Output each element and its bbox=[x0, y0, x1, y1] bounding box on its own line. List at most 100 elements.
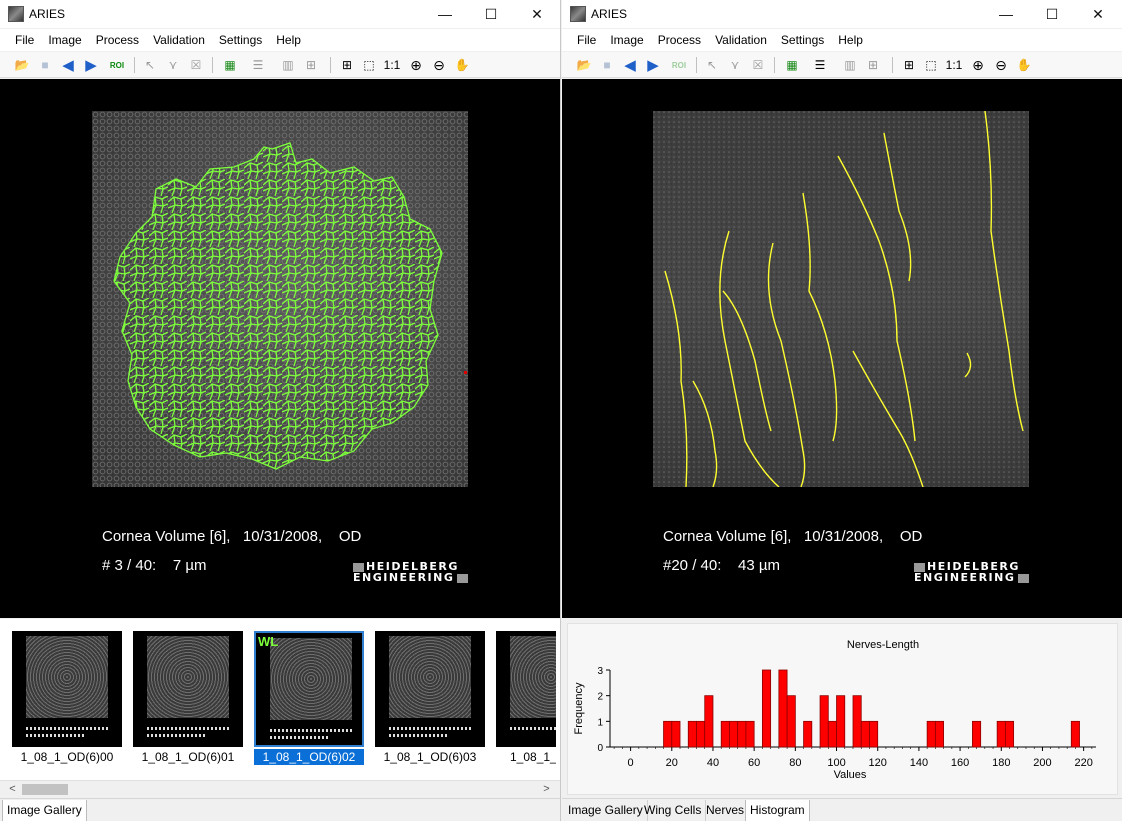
zoom-selection-icon[interactable]: ⬚ bbox=[921, 55, 941, 75]
menu-help[interactable]: Help bbox=[269, 29, 308, 51]
minimize-button[interactable]: — bbox=[996, 4, 1016, 24]
tab-image-gallery[interactable]: Image Gallery bbox=[2, 800, 87, 821]
x-tick-label: 160 bbox=[951, 757, 969, 769]
image-caption: Cornea Volume [6], 10/31/2008, OD bbox=[102, 528, 362, 545]
delete-icon[interactable]: ☒ bbox=[186, 55, 206, 75]
list-icon[interactable]: ☰ bbox=[810, 55, 830, 75]
gallery-thumbnail[interactable]: 1_08_1_OD(6)03 bbox=[375, 631, 491, 771]
histogram-bar bbox=[729, 720, 739, 748]
export-icon[interactable]: ⊞ bbox=[863, 55, 883, 75]
roi-button[interactable]: ROI bbox=[666, 55, 692, 75]
menu-settings[interactable]: Settings bbox=[774, 29, 831, 51]
gallery-thumbnail[interactable]: 1_08_1_OD(6)01 bbox=[133, 631, 249, 771]
gallery-thumbnail[interactable]: 1_08_1_ bbox=[496, 631, 556, 771]
maximize-button[interactable]: ☐ bbox=[1042, 4, 1062, 24]
menu-process[interactable]: Process bbox=[651, 29, 708, 51]
tab-histogram[interactable]: Histogram bbox=[745, 800, 810, 821]
list-icon[interactable]: ☰ bbox=[248, 55, 268, 75]
histogram-icon[interactable]: ▥ bbox=[278, 55, 298, 75]
gallery-thumbnail[interactable]: 1_08_1_OD(6)00 bbox=[12, 631, 128, 771]
x-tick-label: 40 bbox=[707, 757, 719, 769]
export-icon[interactable]: ⊞ bbox=[301, 55, 321, 75]
histogram-bar bbox=[671, 720, 681, 748]
menu-validation[interactable]: Validation bbox=[708, 29, 774, 51]
arrow-right-icon[interactable]: ▶ bbox=[81, 55, 101, 75]
save-icon[interactable]: ■ bbox=[597, 55, 617, 75]
maximize-button[interactable]: ☐ bbox=[481, 4, 501, 24]
x-tick-label: 140 bbox=[910, 757, 928, 769]
histogram-bar bbox=[1070, 720, 1080, 748]
histogram-bar bbox=[737, 720, 747, 748]
menu-process[interactable]: Process bbox=[89, 29, 146, 51]
menu-image[interactable]: Image bbox=[603, 29, 650, 51]
trace-icon[interactable]: ⋎ bbox=[725, 55, 745, 75]
zoom-out-icon[interactable]: ⊖ bbox=[429, 55, 449, 75]
scroll-right-arrow[interactable]: > bbox=[538, 781, 555, 798]
tab-image-gallery[interactable]: Image Gallery bbox=[564, 800, 648, 821]
gallery-horizontal-scrollbar[interactable]: < > bbox=[0, 780, 560, 798]
zoom-selection-icon[interactable]: ⬚ bbox=[359, 55, 379, 75]
histogram-bar bbox=[926, 720, 936, 748]
pointer-icon[interactable]: ↖ bbox=[702, 55, 722, 75]
window-title: ARIES bbox=[29, 7, 66, 21]
histogram-bar bbox=[803, 720, 813, 748]
menu-image[interactable]: Image bbox=[41, 29, 88, 51]
menu-file[interactable]: File bbox=[570, 29, 603, 51]
arrow-right-icon[interactable]: ▶ bbox=[643, 55, 663, 75]
menu-validation[interactable]: Validation bbox=[146, 29, 212, 51]
toolbar: 📂 ■ ◀ ▶ ROI ↖ ⋎ ☒ ▦ ☰ ▥ ⊞ ⊞ ⬚ 1:1 ⊕ ⊖ ✋ bbox=[562, 52, 1122, 78]
delete-icon[interactable]: ☒ bbox=[748, 55, 768, 75]
scroll-left-arrow[interactable]: < bbox=[4, 781, 21, 798]
zoom-in-icon[interactable]: ⊕ bbox=[406, 55, 426, 75]
close-button[interactable]: ✕ bbox=[1088, 4, 1108, 24]
zoom-1to1-button[interactable]: 1:1 bbox=[382, 55, 402, 75]
slice-depth-label: #20 / 40: 43 µm bbox=[663, 557, 781, 574]
process-icon[interactable]: ▦ bbox=[782, 55, 802, 75]
fit-to-window-icon[interactable]: ⊞ bbox=[337, 55, 357, 75]
image-viewer[interactable]: Cornea Volume [6], 10/31/2008, OD # 3 / … bbox=[0, 79, 560, 618]
fit-to-window-icon[interactable]: ⊞ bbox=[899, 55, 919, 75]
open-folder-icon[interactable]: 📂 bbox=[574, 55, 594, 75]
zoom-1to1-button[interactable]: 1:1 bbox=[944, 55, 964, 75]
y-tick-label: 2 bbox=[597, 692, 603, 703]
histogram-bar bbox=[761, 669, 772, 748]
endothelium-image[interactable] bbox=[92, 111, 468, 487]
process-icon[interactable]: ▦ bbox=[220, 55, 240, 75]
roi-button[interactable]: ROI bbox=[104, 55, 130, 75]
pan-hand-icon[interactable]: ✋ bbox=[452, 55, 472, 75]
zoom-out-icon[interactable]: ⊖ bbox=[991, 55, 1011, 75]
x-tick-label: 220 bbox=[1074, 757, 1092, 769]
heidelberg-engineering-logo: HEIDELBERG ENGINEERING bbox=[914, 561, 1029, 588]
pan-hand-icon[interactable]: ✋ bbox=[1014, 55, 1034, 75]
pointer-icon[interactable]: ↖ bbox=[140, 55, 160, 75]
close-button[interactable]: ✕ bbox=[527, 4, 547, 24]
histogram-icon[interactable]: ▥ bbox=[840, 55, 860, 75]
zoom-in-icon[interactable]: ⊕ bbox=[968, 55, 988, 75]
image-gallery-panel: 1_08_1_OD(6)00 1_08_1_OD(6)01 WL 1_08_1_… bbox=[0, 619, 560, 797]
y-tick-label: 3 bbox=[597, 666, 603, 677]
x-tick-label: 180 bbox=[992, 757, 1010, 769]
tab-nerves[interactable]: Nerves bbox=[702, 800, 750, 821]
heidelberg-engineering-logo: HEIDELBERG ENGINEERING bbox=[353, 561, 468, 588]
x-tick-label: 120 bbox=[869, 757, 887, 769]
tab-wing-cells[interactable]: Wing Cells bbox=[640, 800, 707, 821]
arrow-left-icon[interactable]: ◀ bbox=[58, 55, 78, 75]
image-viewer[interactable]: Cornea Volume [6], 10/31/2008, OD #20 / … bbox=[562, 79, 1122, 618]
minimize-button[interactable]: — bbox=[435, 4, 455, 24]
save-icon[interactable]: ■ bbox=[35, 55, 55, 75]
menu-help[interactable]: Help bbox=[831, 29, 870, 51]
menu-file[interactable]: File bbox=[8, 29, 41, 51]
menu-settings[interactable]: Settings bbox=[212, 29, 269, 51]
histogram-bar bbox=[786, 695, 796, 748]
scrollbar-thumb[interactable] bbox=[22, 784, 68, 795]
open-folder-icon[interactable]: 📂 bbox=[12, 55, 32, 75]
thumbnail-label: 1_08_1_OD(6)00 bbox=[20, 750, 114, 764]
histogram-bar bbox=[996, 720, 1006, 748]
gallery-thumbnail-selected[interactable]: WL 1_08_1_OD(6)02 bbox=[254, 631, 370, 771]
trace-icon[interactable]: ⋎ bbox=[163, 55, 183, 75]
histogram-bar bbox=[860, 720, 870, 748]
nerve-plexus-image[interactable] bbox=[653, 111, 1029, 487]
arrow-left-icon[interactable]: ◀ bbox=[620, 55, 640, 75]
aries-window-right: ARIES — ☐ ✕ File Image Process Validation Se… bbox=[562, 0, 1122, 821]
x-tick-label: 80 bbox=[789, 757, 801, 769]
